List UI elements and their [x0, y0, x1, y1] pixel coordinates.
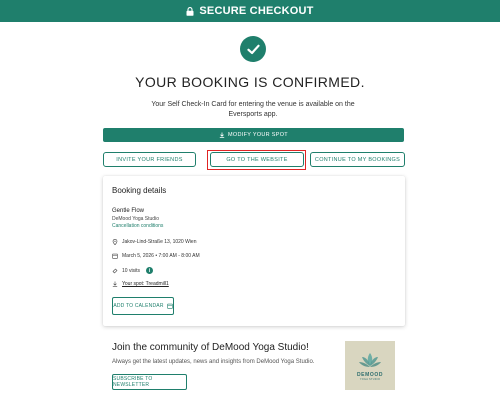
highlight-box [207, 150, 306, 170]
add-to-calendar-label: ADD TO CALENDAR [113, 303, 164, 309]
modify-spot-button[interactable]: MODIFY YOUR SPOT [103, 128, 404, 142]
info-icon[interactable]: i [146, 267, 154, 274]
visits-text: 10 visits [122, 267, 141, 274]
spot-row: Your spot: Treadmill1 [112, 281, 169, 287]
download-icon [112, 281, 118, 287]
lock-icon [186, 6, 194, 16]
studio-logo: DEMOOD YOGA STUDIO [345, 341, 395, 390]
community-subtitle: Always get the latest updates, news and … [112, 359, 315, 365]
cancellation-conditions-link[interactable]: Cancellation conditions [112, 223, 163, 229]
datetime-row: March 5, 2026 • 7:00 AM - 8:00 AM [112, 253, 200, 259]
lotus-icon [359, 352, 381, 367]
calendar-icon [112, 253, 118, 259]
studio-name: DeMood Yoga Studio [112, 216, 159, 222]
spot-link[interactable]: Your spot: Treadmill1 [122, 281, 169, 287]
address-text: Jakov-Lind-Straße 13, 1020 Wien [122, 239, 197, 245]
add-to-calendar-button[interactable]: ADD TO CALENDAR [112, 297, 174, 315]
logo-subtext: YOGA STUDIO [359, 377, 381, 381]
subscribe-newsletter-button[interactable]: SUBSCRIBE TO NEWSLETTER [112, 374, 187, 390]
download-icon [219, 132, 225, 138]
class-name: Gentle Flow [112, 208, 145, 214]
confirmation-headline: YOUR BOOKING IS CONFIRMED. [135, 74, 365, 90]
header-title: SECURE CHECKOUT [199, 5, 314, 17]
secure-checkout-header: SECURE CHECKOUT [0, 0, 500, 22]
booking-details-card: Booking details Gentle Flow DeMood Yoga … [103, 176, 405, 326]
invite-friends-button[interactable]: INVITE YOUR FRIENDS [103, 152, 196, 167]
check-circle-icon [240, 36, 266, 62]
community-title: Join the community of DeMood Yoga Studio… [112, 342, 309, 353]
location-pin-icon [112, 239, 118, 245]
calendar-icon [166, 303, 173, 309]
continue-to-bookings-button[interactable]: CONTINUE TO MY BOOKINGS [310, 152, 405, 167]
address-row: Jakov-Lind-Straße 13, 1020 Wien [112, 239, 196, 245]
modify-spot-label: MODIFY YOUR SPOT [228, 132, 288, 138]
confirmation-message: Your Self Check-In Card for entering the… [151, 101, 355, 118]
booking-details-title: Booking details [112, 186, 167, 195]
ticket-icon [112, 268, 118, 273]
datetime-text: March 5, 2026 • 7:00 AM - 8:00 AM [122, 253, 200, 259]
visits-row: 10 visits i [112, 267, 154, 274]
